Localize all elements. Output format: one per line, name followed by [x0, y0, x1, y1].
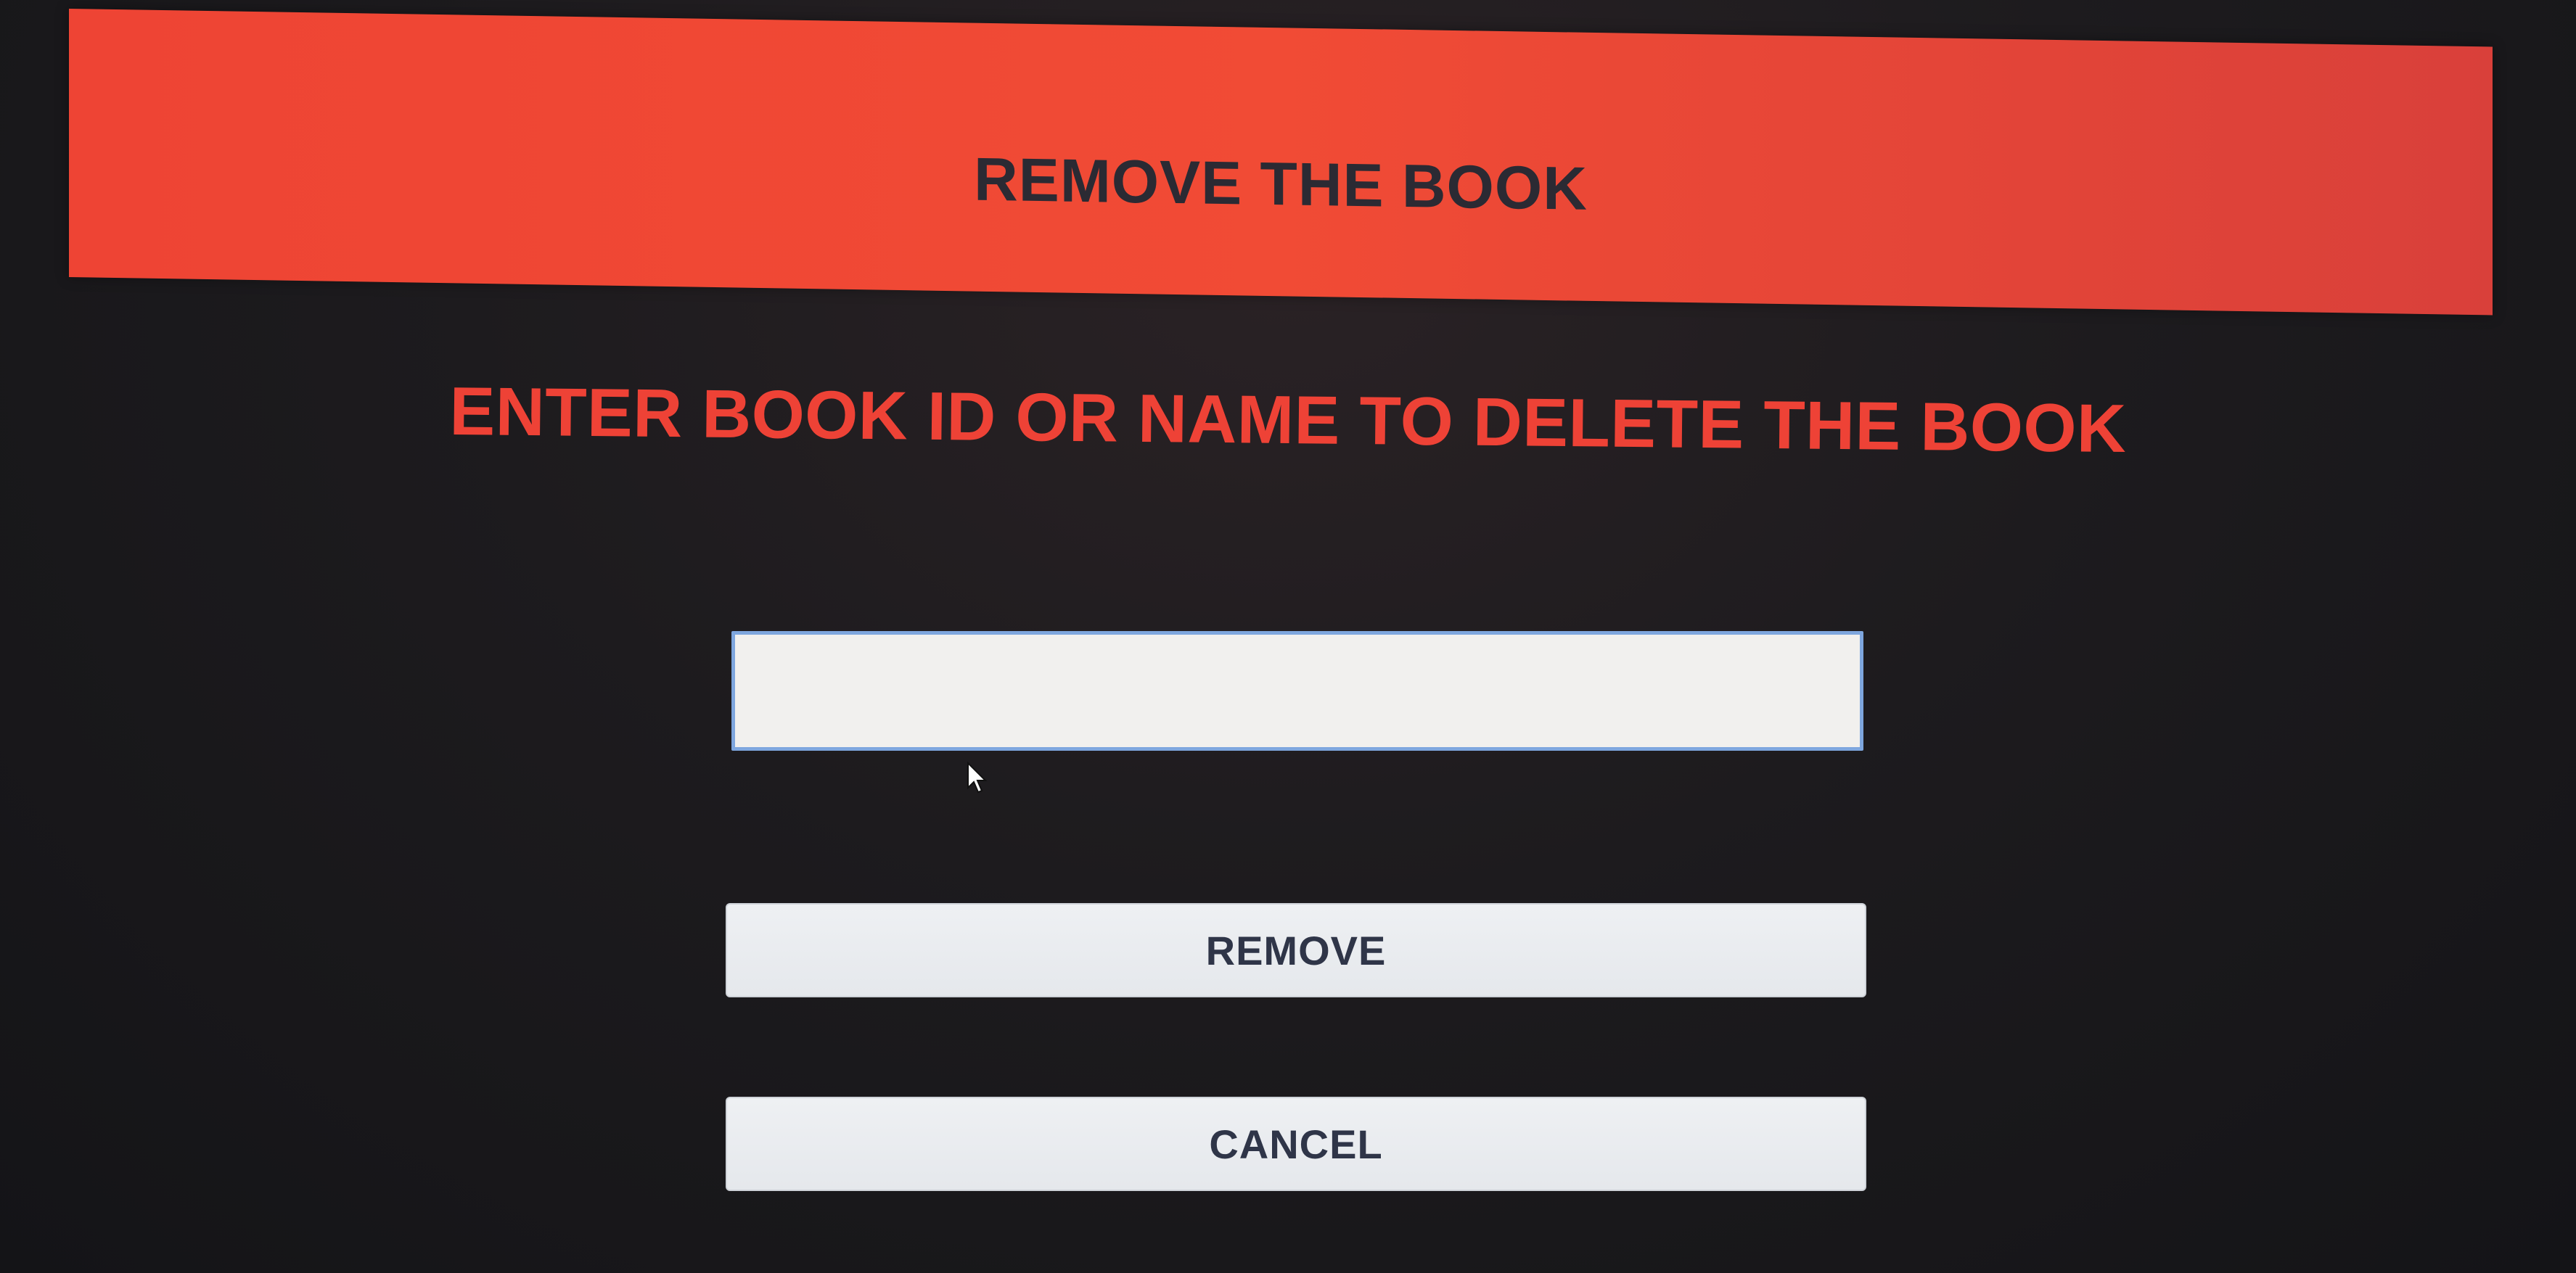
page-title: REMOVE THE BOOK	[974, 144, 1588, 223]
cancel-button[interactable]: CANCEL	[726, 1097, 1866, 1191]
dialog-screen: REMOVE THE BOOK ENTER BOOK ID OR NAME TO…	[0, 0, 2576, 1273]
instruction-text: ENTER BOOK ID OR NAME TO DELETE THE BOOK	[449, 372, 2127, 467]
remove-button[interactable]: REMOVE	[726, 903, 1866, 997]
book-id-or-name-input[interactable]	[731, 631, 1863, 751]
cancel-button-label: CANCEL	[1209, 1121, 1383, 1167]
header-bar: REMOVE THE BOOK	[69, 9, 2493, 316]
mouse-pointer-icon	[967, 762, 988, 794]
remove-button-label: REMOVE	[1205, 927, 1387, 973]
